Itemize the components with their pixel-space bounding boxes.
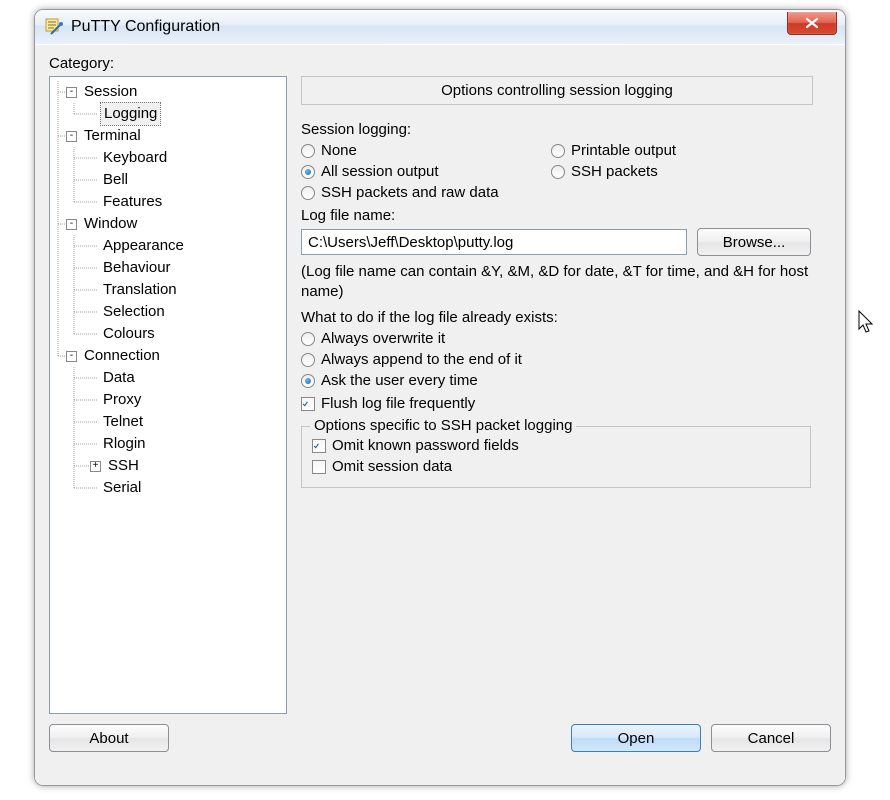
radio-exists-append[interactable]: Always append to the end of it (301, 351, 811, 368)
tree-item-label: Bell (100, 169, 131, 191)
tree-item-translation[interactable]: Translation (50, 279, 286, 301)
tree-item-rlogin[interactable]: Rlogin (50, 433, 286, 455)
radio-label: Printable output (571, 142, 676, 159)
check-label: Omit session data (332, 458, 452, 475)
tree-item-label: Selection (100, 301, 168, 323)
tree-item-label: Behaviour (100, 257, 174, 279)
radio-logging-raw[interactable]: SSH packets and raw data (301, 184, 811, 201)
session-logging-label: Session logging: (301, 121, 811, 138)
open-button[interactable]: Open (571, 724, 701, 752)
tree-item-label: Appearance (100, 235, 187, 257)
radio-logging-none[interactable]: None (301, 142, 551, 159)
radio-label: Always append to the end of it (321, 351, 522, 368)
tree-item-telnet[interactable]: Telnet (50, 411, 286, 433)
tree-item-label: Keyboard (100, 147, 170, 169)
tree-item-appearance[interactable]: Appearance (50, 235, 286, 257)
tree-item-label: Logging (100, 102, 161, 126)
check-label: Flush log file frequently (321, 395, 475, 412)
tree-item-label: SSH (105, 455, 142, 477)
check-flush[interactable]: Flush log file frequently (301, 395, 811, 412)
radio-logging-all[interactable]: All session output (301, 163, 551, 180)
tree-item-window[interactable]: -Window (50, 213, 286, 235)
tree-item-features[interactable]: Features (50, 191, 286, 213)
group-legend: Options specific to SSH packet logging (310, 417, 576, 434)
window-title: PuTTY Configuration (71, 18, 220, 36)
category-label: Category: (49, 55, 831, 72)
tree-item-label: Data (100, 367, 138, 389)
tree-item-data[interactable]: Data (50, 367, 286, 389)
tree-item-bell[interactable]: Bell (50, 169, 286, 191)
tree-item-label: Colours (100, 323, 158, 345)
tree-toggle-icon[interactable]: + (90, 461, 101, 472)
tree-item-behaviour[interactable]: Behaviour (50, 257, 286, 279)
check-omit-session-data[interactable]: Omit session data (312, 458, 800, 475)
tree-item-label: Rlogin (100, 433, 149, 455)
tree-item-ssh[interactable]: + SSH (50, 455, 286, 477)
logfile-label: Log file name: (301, 207, 811, 224)
tree-item-label: Connection (81, 345, 163, 367)
tree-item-label: Translation (100, 279, 180, 301)
check-label: Omit known password fields (332, 437, 519, 454)
tree-item-label: Window (81, 213, 140, 235)
tree-item-label: Session (81, 81, 140, 103)
tree-toggle-icon[interactable]: - (66, 87, 77, 98)
tree-item-colours[interactable]: Colours (50, 323, 286, 345)
tree-toggle-icon[interactable]: - (66, 131, 77, 142)
radio-label: Ask the user every time (321, 372, 478, 389)
mouse-cursor-icon (858, 310, 876, 336)
category-tree[interactable]: -SessionLogging-TerminalKeyboardBellFeat… (49, 76, 287, 714)
ssh-logging-group: Options specific to SSH packet logging O… (301, 426, 811, 488)
radio-logging-ssh[interactable]: SSH packets (551, 163, 811, 180)
client-area: Category: -SessionLogging-TerminalKeyboa… (35, 44, 845, 785)
tree-item-proxy[interactable]: Proxy (50, 389, 286, 411)
panel-heading: Options controlling session logging (301, 76, 813, 105)
logfile-hint: (Log file name can contain &Y, &M, &D fo… (301, 262, 811, 301)
logfile-input[interactable] (301, 229, 687, 255)
tree-item-logging[interactable]: Logging (50, 103, 286, 125)
tree-item-label: Telnet (100, 411, 146, 433)
tree-toggle-icon[interactable]: - (66, 219, 77, 230)
radio-label: SSH packets (571, 163, 658, 180)
radio-logging-printable[interactable]: Printable output (551, 142, 811, 159)
check-omit-password[interactable]: Omit known password fields (312, 437, 800, 454)
tree-item-label: Serial (100, 477, 144, 499)
about-button[interactable]: About (49, 724, 169, 752)
tree-item-label: Features (100, 191, 165, 213)
cancel-button[interactable]: Cancel (711, 724, 831, 752)
exists-label: What to do if the log file already exist… (301, 309, 811, 326)
radio-label: None (321, 142, 357, 159)
dialog-window: PuTTY Configuration Category: -SessionLo… (35, 10, 845, 785)
tree-item-connection[interactable]: -Connection (50, 345, 286, 367)
tree-item-session[interactable]: -Session (50, 81, 286, 103)
close-icon (805, 17, 819, 29)
radio-exists-ask[interactable]: Ask the user every time (301, 372, 811, 389)
tree-item-label: Terminal (81, 125, 144, 147)
titlebar[interactable]: PuTTY Configuration (35, 10, 845, 45)
tree-item-selection[interactable]: Selection (50, 301, 286, 323)
dialog-button-row: About Open Cancel (49, 724, 831, 752)
close-button[interactable] (787, 12, 837, 35)
radio-label: SSH packets and raw data (321, 184, 499, 201)
radio-label: All session output (321, 163, 439, 180)
app-icon (45, 18, 63, 36)
radio-exists-overwrite[interactable]: Always overwrite it (301, 330, 811, 347)
tree-toggle-icon[interactable]: - (66, 351, 77, 362)
tree-item-keyboard[interactable]: Keyboard (50, 147, 286, 169)
radio-label: Always overwrite it (321, 330, 445, 347)
browse-button[interactable]: Browse... (697, 228, 811, 256)
tree-item-terminal[interactable]: -Terminal (50, 125, 286, 147)
tree-item-label: Proxy (100, 389, 144, 411)
settings-panel: Options controlling session logging Sess… (287, 76, 831, 714)
tree-item-serial[interactable]: Serial (50, 477, 286, 499)
